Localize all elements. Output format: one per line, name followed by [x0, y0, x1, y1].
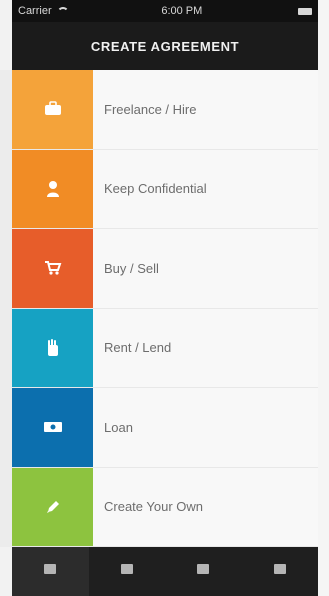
menu-item-create-your-own[interactable]: Create Your Own	[12, 467, 318, 547]
time-label: 6:00 PM	[161, 5, 203, 17]
status-left: Carrier	[18, 5, 69, 17]
background-strip-left	[0, 70, 12, 547]
freelance-icon-box	[12, 70, 93, 149]
agreements-tab-icon	[120, 564, 133, 574]
menu-item-freelance-hire[interactable]: Freelance / Hire	[12, 70, 318, 150]
menu-item-buy-sell[interactable]: Buy / Sell	[12, 229, 318, 309]
rent-lend-icon-box	[12, 308, 93, 387]
tab-agreements[interactable]	[89, 547, 166, 596]
cash-icon	[43, 422, 62, 433]
contacts-tab-icon	[197, 564, 210, 574]
menu-label-loan: Loan	[104, 419, 133, 435]
buy-sell-icon-box	[12, 229, 93, 308]
menu-label-confidential: Keep Confidential	[104, 181, 207, 197]
tab-contacts[interactable]	[165, 547, 242, 596]
briefcase-icon	[44, 101, 61, 116]
page: Carrier 6:00 PM CREATE AGREEMENT Freelan…	[0, 0, 329, 596]
settings-tab-icon	[273, 564, 286, 574]
confidential-icon-box	[12, 149, 93, 228]
person-icon	[46, 180, 59, 197]
agreement-type-list: Freelance / Hire Keep Confidential Buy /…	[12, 70, 318, 547]
hand-icon	[47, 338, 58, 356]
tab-create[interactable]	[12, 547, 89, 596]
menu-label-freelance: Freelance / Hire	[104, 101, 197, 117]
menu-label-buy-sell: Buy / Sell	[104, 260, 159, 276]
menu-item-rent-lend[interactable]: Rent / Lend	[12, 308, 318, 388]
navigation-bar: CREATE AGREEMENT	[12, 22, 318, 70]
create-icon-box	[12, 467, 93, 546]
battery-icon	[298, 7, 312, 15]
menu-label-rent-lend: Rent / Lend	[104, 340, 172, 356]
phone-screen: Carrier 6:00 PM CREATE AGREEMENT Freelan…	[12, 0, 318, 596]
wifi-icon	[56, 7, 69, 15]
page-title: CREATE AGREEMENT	[90, 38, 240, 54]
status-bar: Carrier 6:00 PM	[12, 0, 318, 22]
create-tab-icon	[44, 564, 57, 574]
menu-label-create: Create Your Own	[104, 499, 204, 515]
carrier-label: Carrier	[18, 5, 52, 17]
pencil-icon	[46, 500, 59, 513]
background-strip-right	[318, 0, 329, 596]
tab-settings[interactable]	[242, 547, 319, 596]
cart-icon	[44, 261, 61, 275]
menu-item-keep-confidential[interactable]: Keep Confidential	[12, 149, 318, 229]
menu-item-loan[interactable]: Loan	[12, 388, 318, 468]
tab-bar	[12, 547, 318, 596]
loan-icon-box	[12, 388, 93, 467]
